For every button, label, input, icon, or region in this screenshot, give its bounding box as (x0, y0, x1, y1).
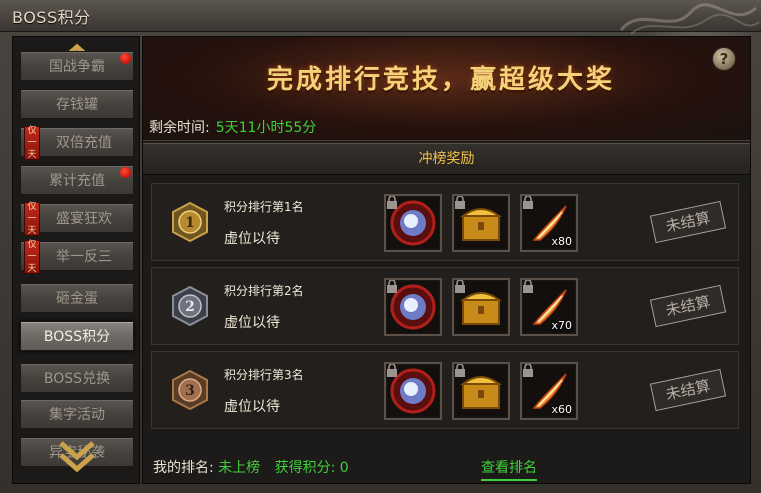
rank-status: 虚位以待 (224, 399, 280, 415)
main-panel: 完成排行竞技，赢超级大奖 ? 剩余时间: 5天11小时55分 冲榜奖励 1 积分排… (142, 36, 751, 484)
sidebar: 国战争霸 存钱罐 仅 一 天 双倍充值 累计充值 仅 一 天 盛宴狂欢 仅 一 … (12, 36, 140, 484)
medal-number: 2 (185, 299, 195, 315)
sidebar-item-label: 国战争霸 (49, 59, 105, 75)
sidebar-item-label: 集字活动 (49, 407, 105, 423)
dragon-ornament-icon (619, 3, 760, 35)
rank-title: 积分排行第3名 (224, 368, 304, 382)
my-rank-summary: 我的排名: 未上榜 获得积分: 0 (153, 457, 349, 477)
notification-dot (120, 53, 131, 64)
reward-slot[interactable]: x80 (520, 194, 578, 252)
rank-row-2: 2 积分排行第2名 虚位以待 x70 未结算 (151, 267, 739, 345)
tag-char: 天 (27, 150, 37, 160)
sidebar-item-feast-carnival[interactable]: 仅 一 天 盛宴狂欢 (20, 202, 134, 236)
tag-char: 天 (27, 226, 37, 236)
my-rank-label: 我的排名: (153, 460, 214, 476)
reward-slot[interactable] (384, 362, 442, 420)
unsettled-stamp: 未结算 (649, 200, 727, 244)
reward-slot[interactable] (452, 278, 510, 336)
help-button[interactable]: ? (712, 47, 736, 71)
sidebar-item-word-collect[interactable]: 集字活动 (20, 399, 134, 429)
banner: 完成排行竞技，赢超级大奖 ? 剩余时间: 5天11小时55分 (143, 37, 750, 141)
points-label: 获得积分: (274, 460, 336, 476)
remaining-time: 剩余时间: 5天11小时55分 (149, 117, 316, 137)
sidebar-item-triple-reward[interactable]: 仅 一 天 举一反三 (20, 240, 134, 274)
sidebar-item-golden-egg[interactable]: 砸金蛋 (20, 283, 134, 313)
item-quantity: x80 (551, 235, 572, 248)
rank-status: 虚位以待 (224, 231, 280, 247)
points-value: 0 (339, 460, 349, 476)
bronze-medal-icon: 3 (172, 370, 208, 410)
lock-icon (387, 280, 397, 293)
sidebar-item-piggy-bank[interactable]: 存钱罐 (20, 89, 134, 119)
rank-row-3: 3 积分排行第3名 虚位以待 x60 未结算 (151, 351, 739, 429)
lock-icon (523, 364, 533, 377)
section-title: 冲榜奖励 (143, 143, 750, 175)
lock-icon (455, 196, 465, 209)
rank-title: 积分排行第2名 (224, 284, 304, 298)
sidebar-item-label: 举一反三 (56, 249, 112, 265)
lock-icon (387, 364, 397, 377)
scroll-down-chevron-icon[interactable] (55, 437, 99, 477)
lock-icon (387, 196, 397, 209)
lock-icon (523, 280, 533, 293)
rank-title: 积分排行第1名 (224, 200, 304, 214)
tag-char: 天 (27, 264, 37, 274)
remaining-time-label: 剩余时间: (149, 120, 210, 136)
tag-char: 仅 (27, 240, 37, 250)
reward-slot[interactable]: x60 (520, 362, 578, 420)
item-quantity: x70 (551, 319, 572, 332)
title-bar: BOSS积分 (0, 0, 761, 35)
lock-icon (455, 280, 465, 293)
tag-char: 一 (27, 214, 37, 224)
sidebar-item-label: 累计充值 (49, 173, 105, 189)
reward-slot[interactable] (384, 194, 442, 252)
silver-medal-icon: 2 (172, 286, 208, 326)
one-day-only-tag: 仅 一 天 (24, 202, 40, 236)
medal-number: 3 (185, 383, 195, 399)
medal-number: 1 (185, 215, 195, 231)
notification-dot (120, 167, 131, 178)
one-day-only-tag: 仅 一 天 (24, 240, 40, 274)
lock-icon (455, 364, 465, 377)
tag-char: 一 (27, 138, 37, 148)
sidebar-item-label: 盛宴狂欢 (56, 211, 112, 227)
reward-slot[interactable] (384, 278, 442, 336)
sidebar-item-guozhan[interactable]: 国战争霸 (20, 51, 134, 81)
tag-char: 一 (27, 252, 37, 262)
sidebar-item-label: BOSS兑换 (43, 371, 111, 387)
window-title: BOSS积分 (12, 8, 91, 27)
rank-status: 虚位以待 (224, 315, 280, 331)
sidebar-item-label: 砸金蛋 (56, 291, 98, 307)
sidebar-item-boss-points[interactable]: BOSS积分 (20, 321, 134, 351)
sidebar-item-label: 存钱罐 (56, 97, 98, 113)
lock-icon (523, 196, 533, 209)
reward-slot[interactable] (452, 362, 510, 420)
remaining-time-value: 5天11小时55分 (215, 120, 317, 136)
reward-slot[interactable] (452, 194, 510, 252)
view-rank-link[interactable]: 查看排名 (481, 457, 537, 481)
reward-slot[interactable]: x70 (520, 278, 578, 336)
sidebar-item-cumulative-recharge[interactable]: 累计充值 (20, 165, 134, 195)
sidebar-item-label: 双倍充值 (56, 135, 112, 151)
rank-row-1: 1 积分排行第1名 虚位以待 x80 未结算 (151, 183, 739, 261)
question-icon: ? (719, 50, 729, 68)
sidebar-item-label: BOSS积分 (43, 329, 111, 345)
one-day-only-tag: 仅 一 天 (24, 126, 40, 160)
sidebar-item-double-recharge[interactable]: 仅 一 天 双倍充值 (20, 126, 134, 160)
window-frame: BOSS积分 国战争霸 存钱罐 仅 一 天 双倍充值 累计充值 仅 一 天 盛宴… (0, 0, 761, 493)
gold-medal-icon: 1 (172, 202, 208, 242)
banner-title: 完成排行竞技，赢超级大奖 (266, 65, 615, 95)
sidebar-item-boss-exchange[interactable]: BOSS兑换 (20, 363, 134, 393)
item-quantity: x60 (551, 403, 572, 416)
tag-char: 仅 (27, 202, 37, 212)
my-rank-value: 未上榜 (218, 460, 261, 476)
unsettled-stamp: 未结算 (649, 284, 727, 328)
unsettled-stamp: 未结算 (649, 368, 727, 412)
tag-char: 仅 (27, 126, 37, 136)
